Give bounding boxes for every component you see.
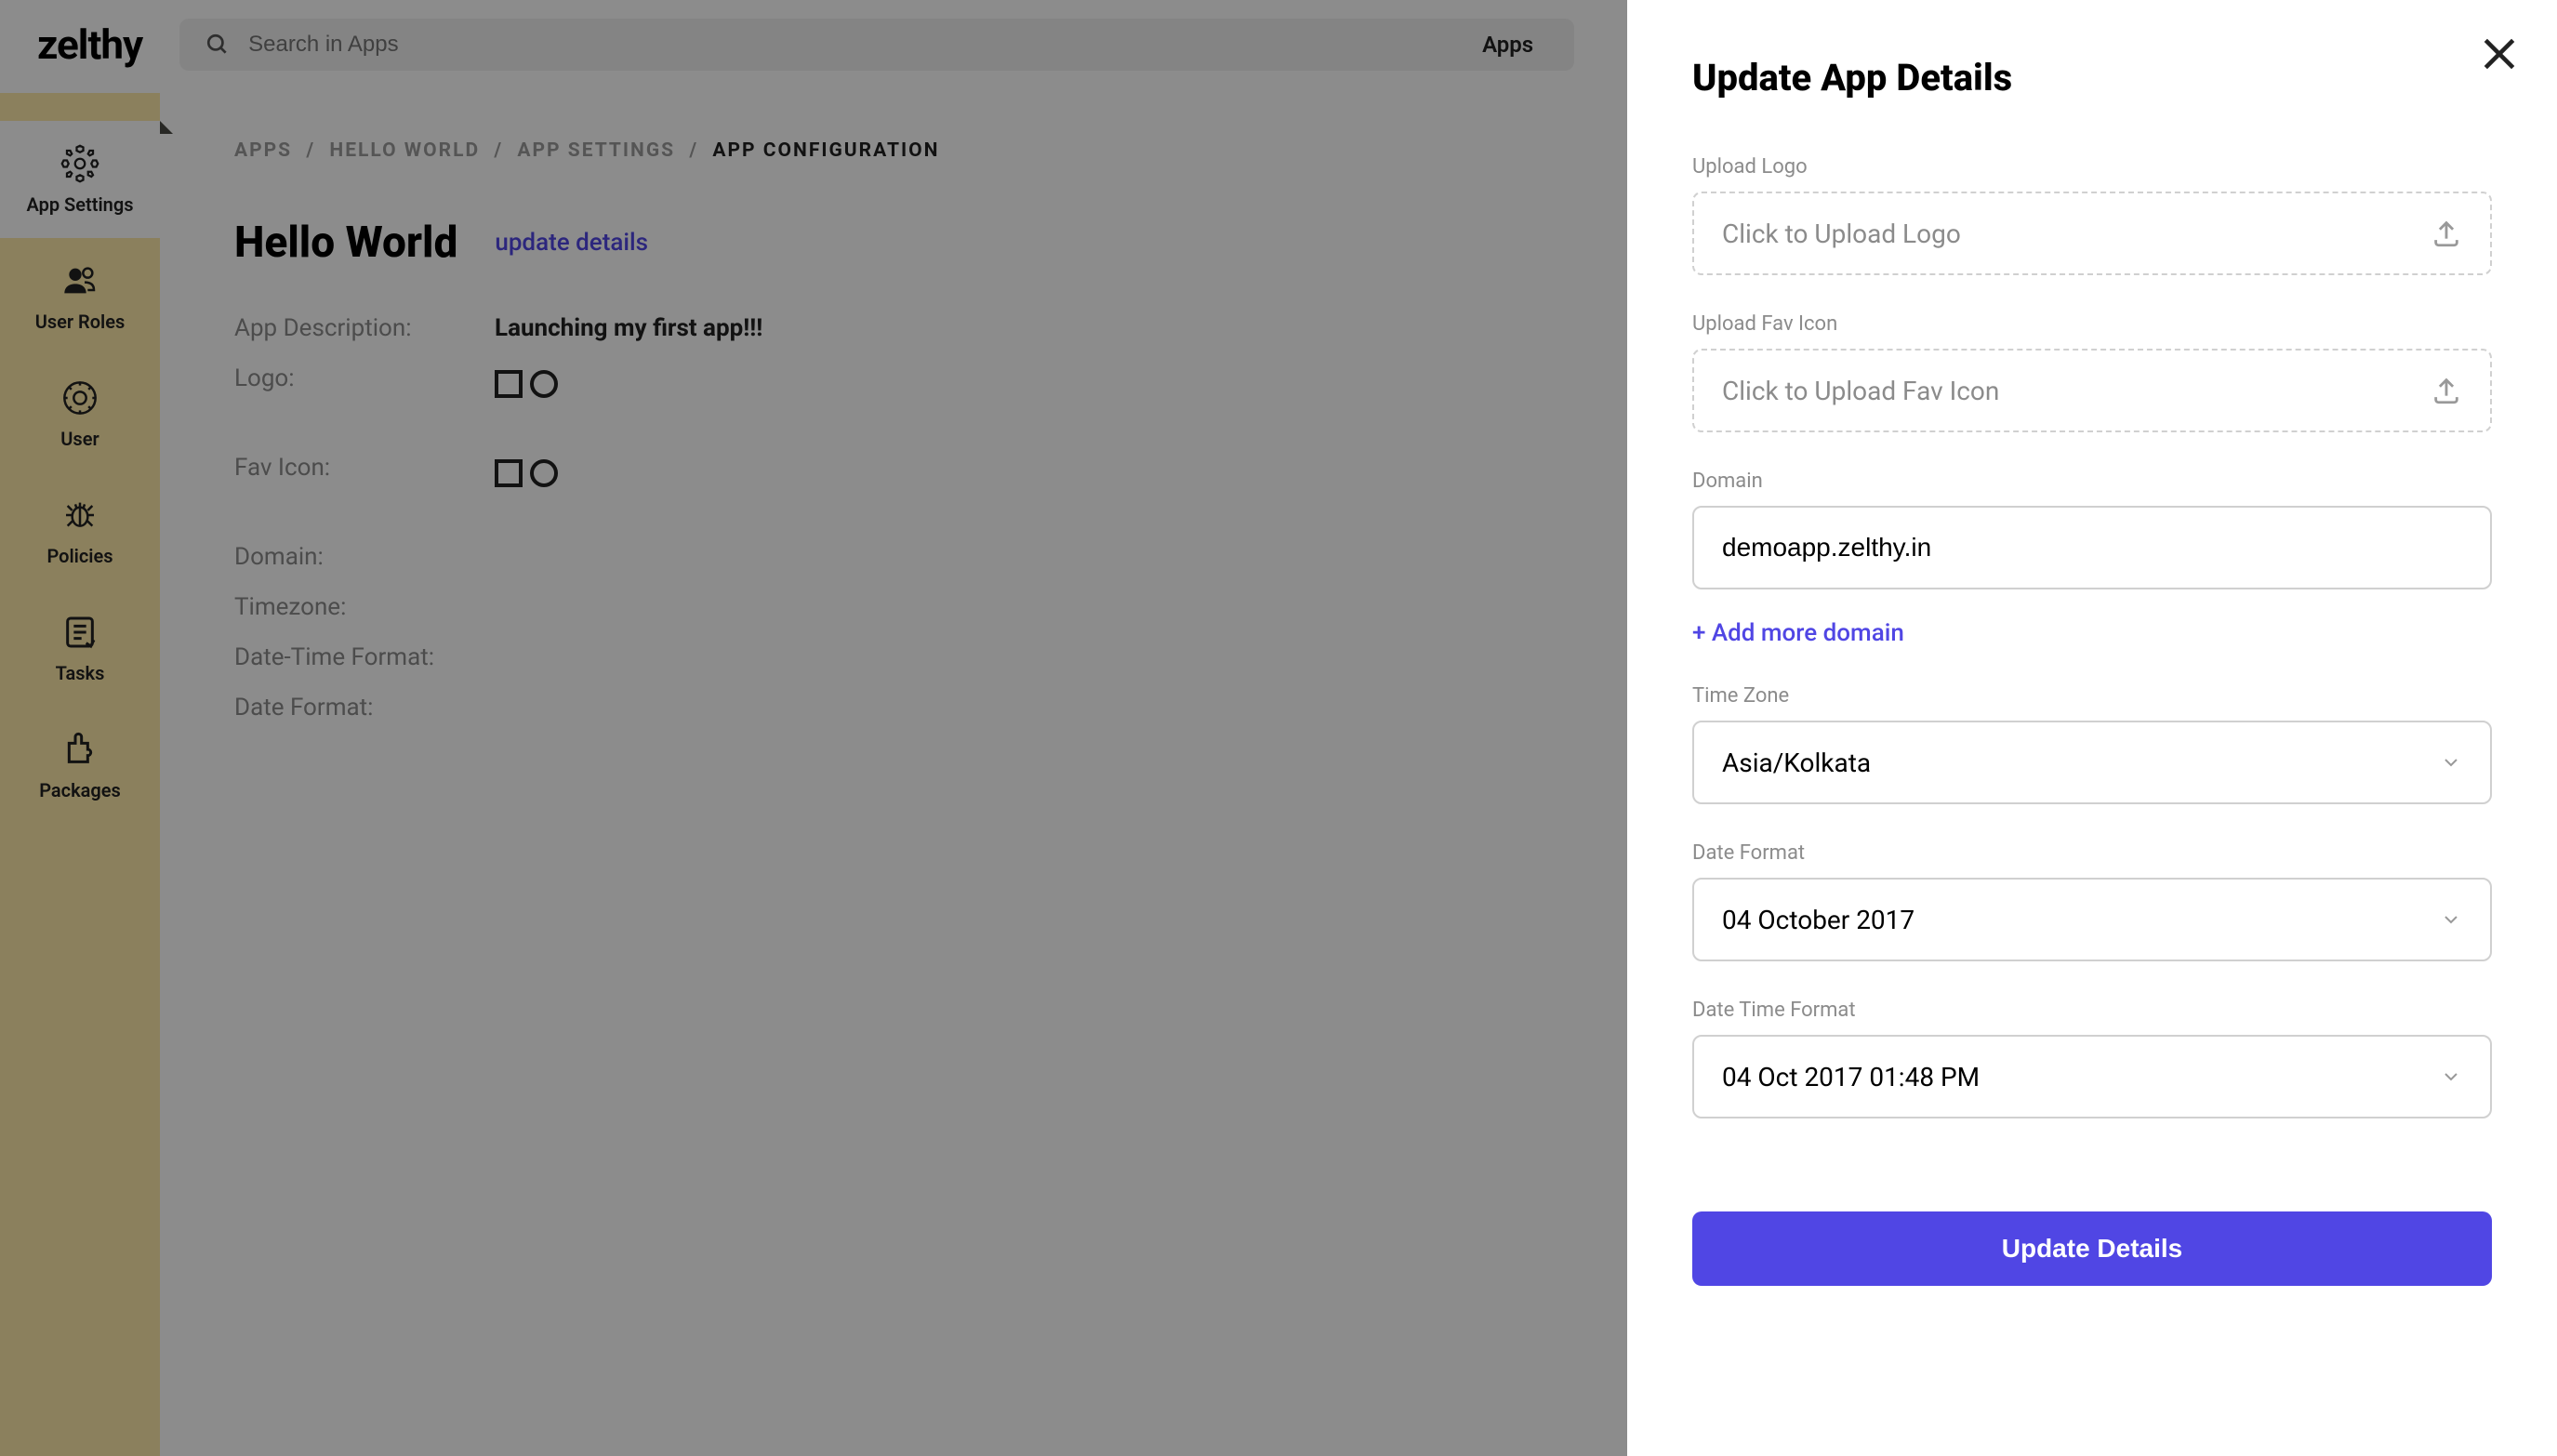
domain-field-label: Domain (1692, 470, 2492, 493)
close-icon[interactable] (2479, 33, 2520, 74)
datetime-format-select[interactable]: 04 Oct 2017 01:48 PM (1692, 1035, 2492, 1118)
upload-icon (2431, 375, 2462, 406)
upload-favicon-label: Upload Fav Icon (1692, 312, 2492, 336)
upload-logo-label: Upload Logo (1692, 155, 2492, 179)
domain-input[interactable] (1692, 506, 2492, 589)
datetime-format-select-value: 04 Oct 2017 01:48 PM (1722, 1062, 1980, 1092)
timezone-field-label: Time Zone (1692, 684, 2492, 708)
update-app-drawer: Update App Details Upload Logo Click to … (1627, 0, 2557, 1456)
drawer-title: Update App Details (1692, 56, 2492, 99)
chevron-down-icon (2440, 908, 2462, 931)
update-details-button[interactable]: Update Details (1692, 1211, 2492, 1286)
upload-favicon-box[interactable]: Click to Upload Fav Icon (1692, 349, 2492, 432)
timezone-select[interactable]: Asia/Kolkata (1692, 721, 2492, 804)
upload-logo-box[interactable]: Click to Upload Logo (1692, 192, 2492, 275)
upload-logo-placeholder: Click to Upload Logo (1722, 218, 1961, 249)
chevron-down-icon (2440, 751, 2462, 774)
date-format-select-value: 04 October 2017 (1722, 905, 1914, 935)
date-format-select[interactable]: 04 October 2017 (1692, 878, 2492, 961)
chevron-down-icon (2440, 1066, 2462, 1088)
upload-icon (2431, 218, 2462, 249)
upload-favicon-placeholder: Click to Upload Fav Icon (1722, 376, 1999, 406)
date-format-field-label: Date Format (1692, 841, 2492, 865)
timezone-select-value: Asia/Kolkata (1722, 748, 1871, 778)
add-more-domain-link[interactable]: + Add more domain (1692, 619, 1904, 647)
datetime-format-field-label: Date Time Format (1692, 999, 2492, 1022)
